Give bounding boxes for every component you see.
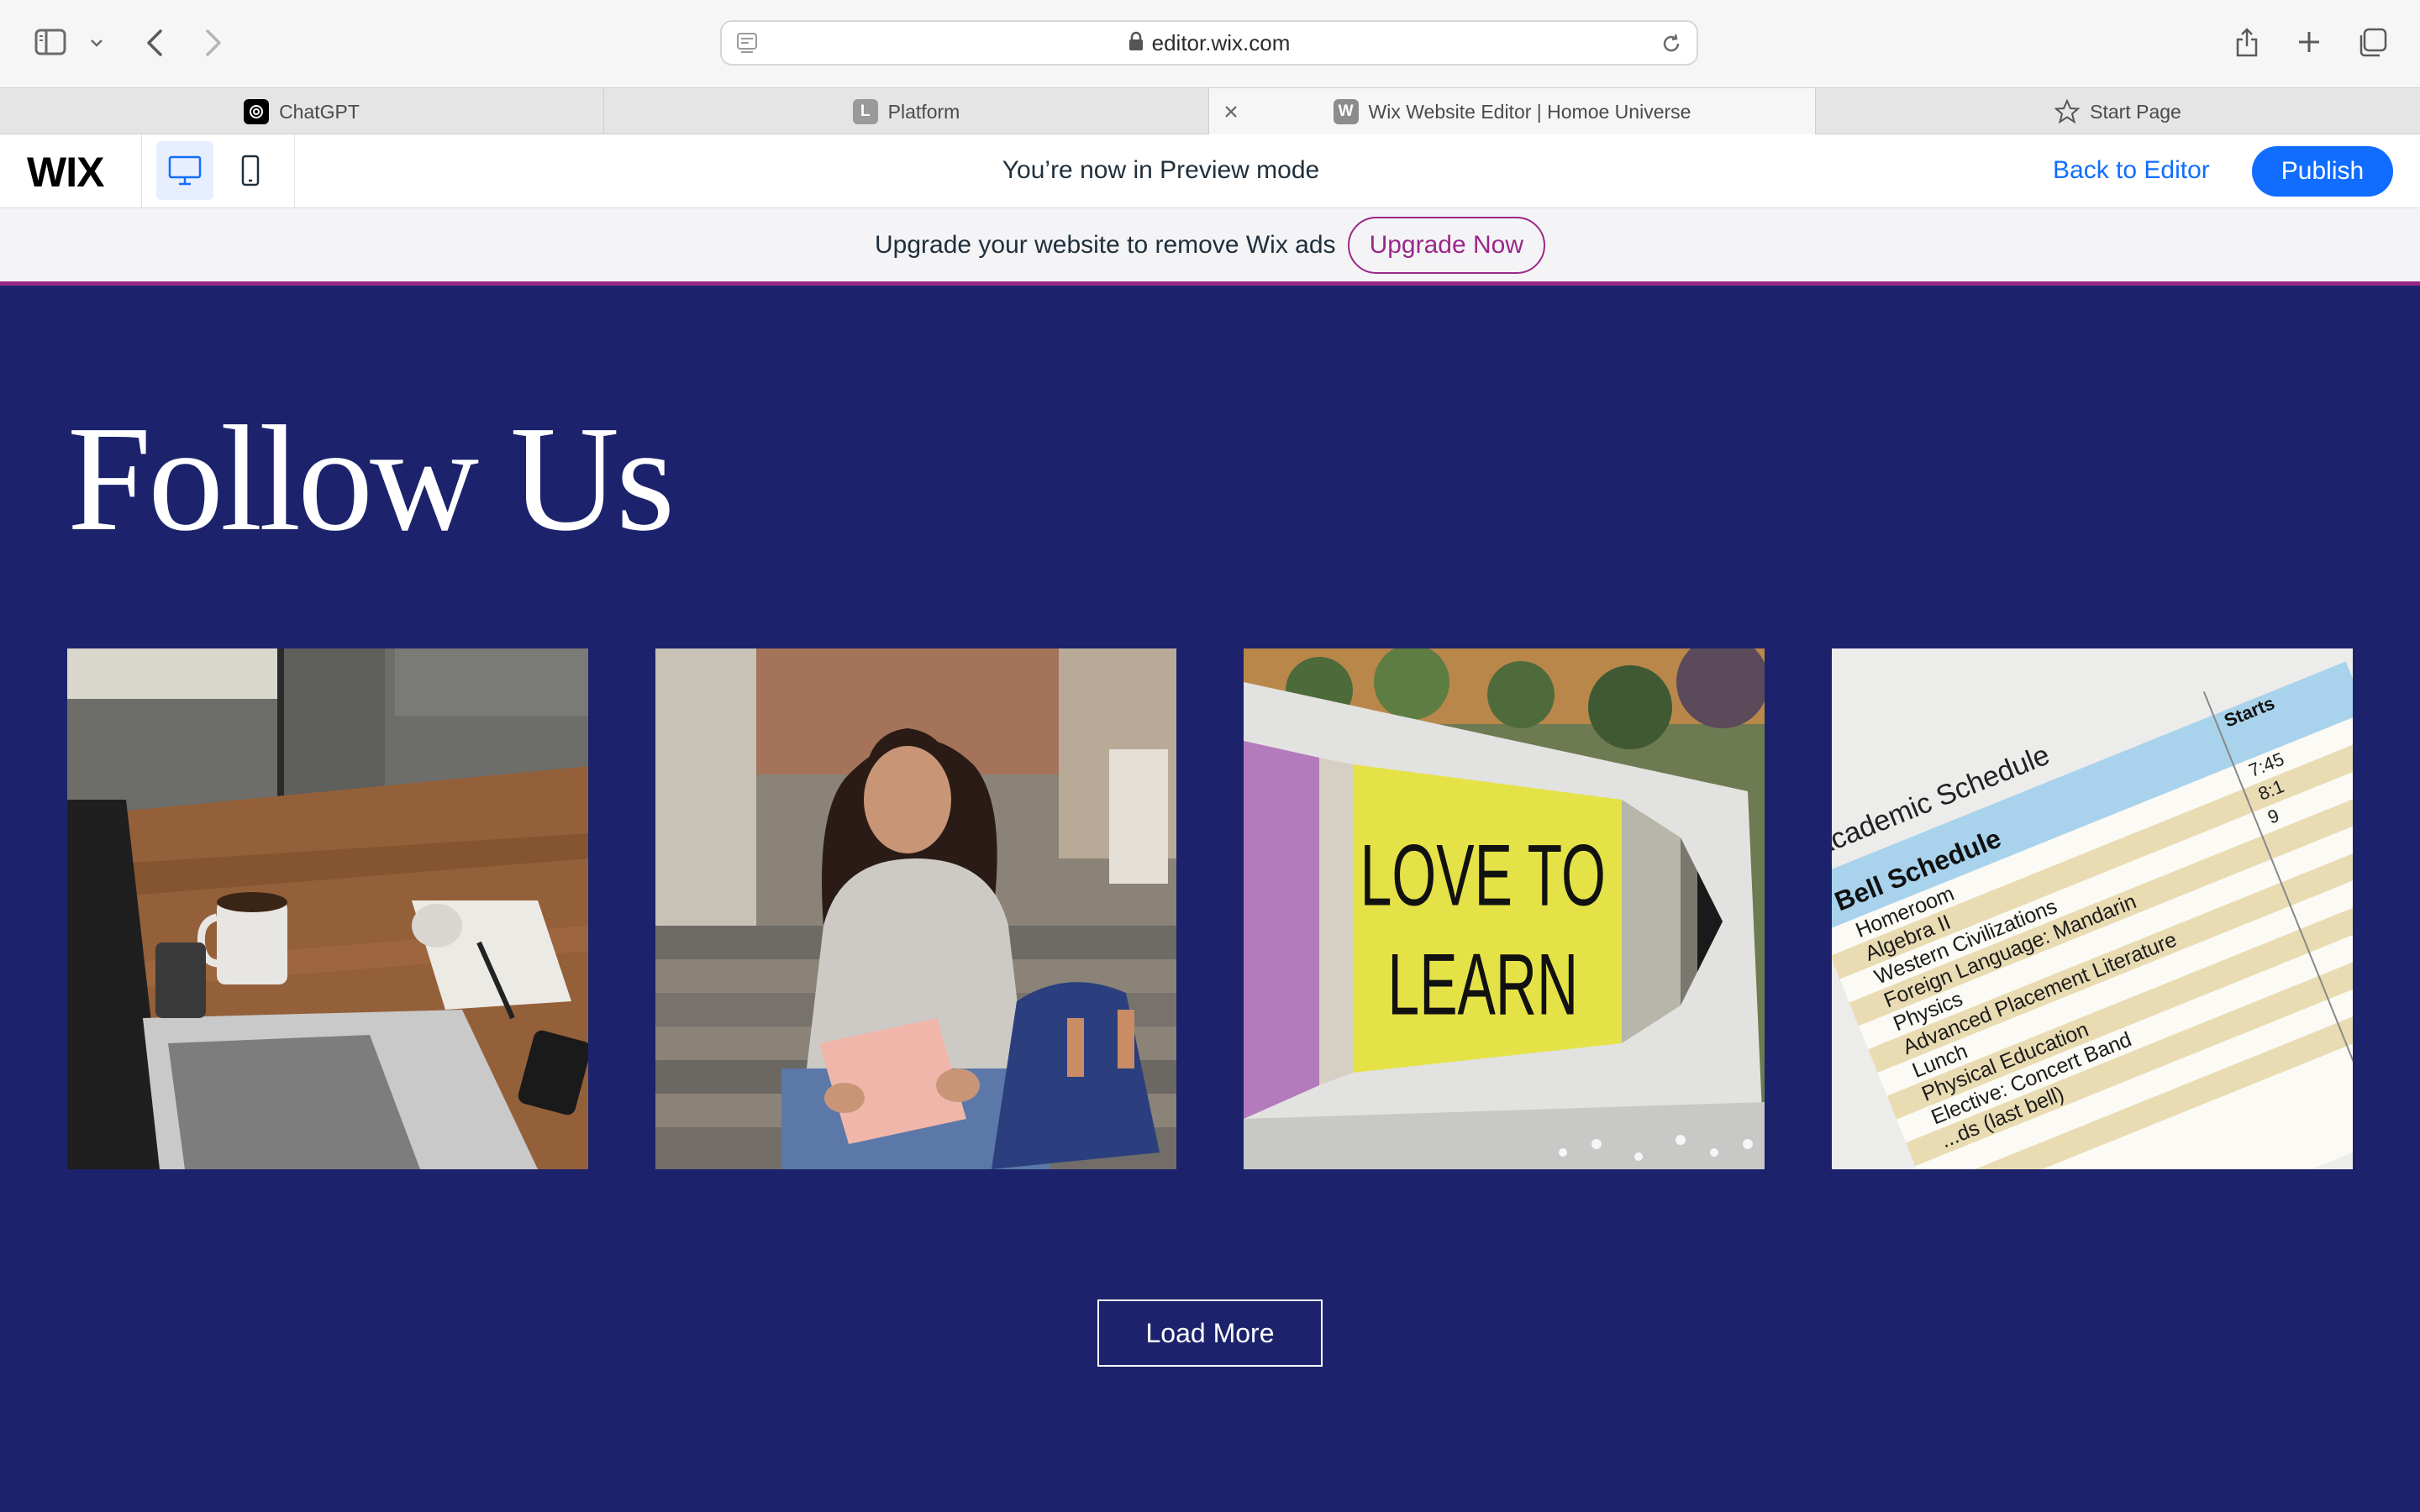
tab-start-page[interactable]: Start Page <box>1816 88 2420 135</box>
browser-toolbar: editor.wix.com <box>0 0 2420 87</box>
pencil-text-line2: LEARN <box>1387 935 1578 1033</box>
new-tab-icon[interactable] <box>2292 25 2326 59</box>
url-text: editor.wix.com <box>1151 29 1291 55</box>
tab-label: Wix Website Editor | Homoe Universe <box>1368 100 1691 123</box>
tab-label: Platform <box>887 100 960 123</box>
wix-favicon: W <box>1333 99 1359 124</box>
publish-button[interactable]: Publish <box>2252 146 2393 197</box>
tab-label: ChatGPT <box>279 100 360 123</box>
upgrade-banner: Upgrade your website to remove Wix ads U… <box>0 208 2420 286</box>
tab-wix-editor[interactable]: W Wix Website Editor | Homoe Universe <box>1209 88 1816 135</box>
lock-icon <box>1128 31 1144 55</box>
upgrade-now-button[interactable]: Upgrade Now <box>1347 216 1545 274</box>
address-bar[interactable]: editor.wix.com <box>720 20 1698 66</box>
tab-chatgpt[interactable]: ChatGPT <box>0 88 604 135</box>
reload-icon[interactable] <box>1660 32 1683 60</box>
star-icon <box>2054 99 2081 124</box>
share-icon[interactable] <box>2230 22 2264 62</box>
page-settings-icon[interactable] <box>735 31 759 59</box>
load-more-button[interactable]: Load More <box>1097 1299 1323 1367</box>
tab-platform[interactable]: L Platform <box>604 88 1209 135</box>
section-title: Follow Us <box>67 395 675 562</box>
sidebar-toggle-icon[interactable] <box>32 25 69 59</box>
gallery-photo-laptop[interactable] <box>67 648 588 1169</box>
forward-arrow-icon[interactable] <box>197 25 230 60</box>
platform-favicon: L <box>852 99 878 124</box>
wix-preview-bar: WIX You’re now in Preview mode Back to E… <box>0 134 2420 208</box>
chatgpt-icon <box>244 99 270 124</box>
upgrade-text: Upgrade your website to remove Wix ads <box>874 230 1336 259</box>
chevron-down-icon[interactable] <box>86 30 108 55</box>
gallery-photo-schedule[interactable]: Academic Schedule Bell Schedule Starts 7… <box>1832 648 2353 1169</box>
pencil-text-line1: LOVE TO <box>1360 826 1606 924</box>
gallery-photo-pencil-sign[interactable]: LOVE TO LEARN <box>1244 648 1765 1169</box>
tab-overview-icon[interactable] <box>2354 25 2390 60</box>
close-tab-icon[interactable] <box>1223 102 1239 125</box>
gallery-photo-student[interactable] <box>655 648 1176 1169</box>
tab-label: Start Page <box>2090 100 2181 123</box>
back-arrow-icon[interactable] <box>138 25 171 60</box>
back-to-editor-link[interactable]: Back to Editor <box>2053 156 2210 185</box>
preview-mode-text: You’re now in Preview mode <box>1002 156 1320 184</box>
tab-bar: ChatGPT L Platform W Wix Website Editor … <box>0 87 2420 135</box>
